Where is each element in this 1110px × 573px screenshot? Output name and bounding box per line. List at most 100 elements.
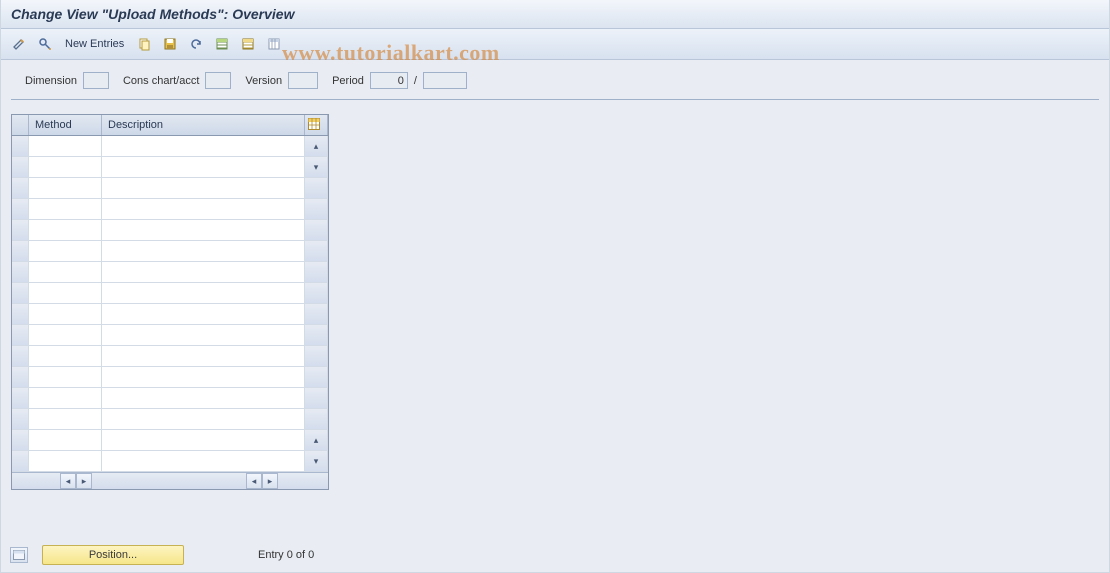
table-row[interactable]: ▾ bbox=[12, 157, 328, 178]
table-row[interactable] bbox=[12, 241, 328, 262]
row-selector[interactable] bbox=[12, 451, 29, 471]
cell-method[interactable] bbox=[29, 409, 102, 429]
row-selector[interactable] bbox=[12, 409, 29, 429]
table-row[interactable] bbox=[12, 199, 328, 220]
cell-description[interactable] bbox=[102, 262, 305, 282]
vscroll-cell[interactable] bbox=[305, 367, 328, 387]
vscroll-cell[interactable] bbox=[305, 178, 328, 198]
cell-method[interactable] bbox=[29, 304, 102, 324]
row-selector[interactable] bbox=[12, 388, 29, 408]
cell-description[interactable] bbox=[102, 388, 305, 408]
toggle-display-change-icon[interactable] bbox=[9, 34, 29, 54]
column-description[interactable]: Description bbox=[102, 115, 305, 135]
hscroll-right-icon[interactable]: ◂ bbox=[246, 473, 262, 489]
deselect-all-icon[interactable] bbox=[238, 34, 258, 54]
cell-description[interactable] bbox=[102, 220, 305, 240]
table-row[interactable] bbox=[12, 178, 328, 199]
vscroll-cell[interactable]: ▾ bbox=[305, 157, 328, 177]
column-method[interactable]: Method bbox=[29, 115, 102, 135]
cell-method[interactable] bbox=[29, 178, 102, 198]
row-selector[interactable] bbox=[12, 367, 29, 387]
selection-icon[interactable] bbox=[10, 547, 28, 563]
cell-method[interactable] bbox=[29, 430, 102, 450]
cell-method[interactable] bbox=[29, 367, 102, 387]
vscroll-cell[interactable] bbox=[305, 220, 328, 240]
new-entries-button[interactable]: New Entries bbox=[61, 38, 128, 50]
cell-description[interactable] bbox=[102, 136, 305, 156]
vscroll-cell[interactable] bbox=[305, 304, 328, 324]
cell-description[interactable] bbox=[102, 241, 305, 261]
row-selector[interactable] bbox=[12, 304, 29, 324]
undo-icon[interactable] bbox=[186, 34, 206, 54]
cell-method[interactable] bbox=[29, 157, 102, 177]
cell-description[interactable] bbox=[102, 430, 305, 450]
cell-description[interactable] bbox=[102, 325, 305, 345]
cell-description[interactable] bbox=[102, 346, 305, 366]
select-fields-icon[interactable] bbox=[35, 34, 55, 54]
table-row[interactable]: ▴ bbox=[12, 430, 328, 451]
vscroll-cell[interactable]: ▴ bbox=[305, 136, 328, 156]
table-row[interactable] bbox=[12, 388, 328, 409]
dimension-field[interactable] bbox=[83, 72, 109, 89]
cell-description[interactable] bbox=[102, 304, 305, 324]
row-selector[interactable] bbox=[12, 325, 29, 345]
period-field-2[interactable] bbox=[423, 72, 467, 89]
hscroll-right-end-icon[interactable]: ▸ bbox=[262, 473, 278, 489]
cell-method[interactable] bbox=[29, 241, 102, 261]
cell-description[interactable] bbox=[102, 199, 305, 219]
row-selector[interactable] bbox=[12, 136, 29, 156]
cell-description[interactable] bbox=[102, 157, 305, 177]
row-selector[interactable] bbox=[12, 262, 29, 282]
cell-method[interactable] bbox=[29, 283, 102, 303]
table-row[interactable]: ▴ bbox=[12, 136, 328, 157]
cell-method[interactable] bbox=[29, 262, 102, 282]
table-row[interactable] bbox=[12, 409, 328, 430]
vscroll-cell[interactable] bbox=[305, 409, 328, 429]
vscroll-cell[interactable] bbox=[305, 199, 328, 219]
period-field[interactable] bbox=[370, 72, 408, 89]
table-row[interactable] bbox=[12, 283, 328, 304]
configure-icon[interactable] bbox=[264, 34, 284, 54]
table-row[interactable] bbox=[12, 367, 328, 388]
cell-description[interactable] bbox=[102, 283, 305, 303]
vscroll-cell[interactable] bbox=[305, 283, 328, 303]
copy-icon[interactable] bbox=[134, 34, 154, 54]
hscroll-left-end-icon[interactable]: ◂ bbox=[60, 473, 76, 489]
vscroll-cell[interactable] bbox=[305, 325, 328, 345]
table-row[interactable] bbox=[12, 325, 328, 346]
cell-method[interactable] bbox=[29, 199, 102, 219]
cell-description[interactable] bbox=[102, 367, 305, 387]
cell-method[interactable] bbox=[29, 451, 102, 471]
row-selector[interactable] bbox=[12, 430, 29, 450]
cell-method[interactable] bbox=[29, 346, 102, 366]
column-selector[interactable] bbox=[12, 115, 29, 135]
hscroll-left-icon[interactable]: ▸ bbox=[76, 473, 92, 489]
table-row[interactable]: ▾ bbox=[12, 451, 328, 472]
cell-method[interactable] bbox=[29, 220, 102, 240]
cell-method[interactable] bbox=[29, 325, 102, 345]
row-selector[interactable] bbox=[12, 157, 29, 177]
vscroll-cell[interactable]: ▴ bbox=[305, 430, 328, 450]
cell-description[interactable] bbox=[102, 409, 305, 429]
cell-description[interactable] bbox=[102, 178, 305, 198]
vscroll-cell[interactable]: ▾ bbox=[305, 451, 328, 471]
table-row[interactable] bbox=[12, 304, 328, 325]
vscroll-cell[interactable] bbox=[305, 262, 328, 282]
vscroll-cell[interactable] bbox=[305, 388, 328, 408]
position-button[interactable]: Position... bbox=[42, 545, 184, 565]
table-row[interactable] bbox=[12, 346, 328, 367]
select-all-icon[interactable] bbox=[212, 34, 232, 54]
save-icon[interactable] bbox=[160, 34, 180, 54]
vscroll-cell[interactable] bbox=[305, 346, 328, 366]
version-field[interactable] bbox=[288, 72, 318, 89]
cell-method[interactable] bbox=[29, 136, 102, 156]
vscroll-cell[interactable] bbox=[305, 241, 328, 261]
table-row[interactable] bbox=[12, 220, 328, 241]
cell-method[interactable] bbox=[29, 388, 102, 408]
row-selector[interactable] bbox=[12, 283, 29, 303]
row-selector[interactable] bbox=[12, 178, 29, 198]
row-selector[interactable] bbox=[12, 199, 29, 219]
row-selector[interactable] bbox=[12, 346, 29, 366]
row-selector[interactable] bbox=[12, 220, 29, 240]
table-row[interactable] bbox=[12, 262, 328, 283]
